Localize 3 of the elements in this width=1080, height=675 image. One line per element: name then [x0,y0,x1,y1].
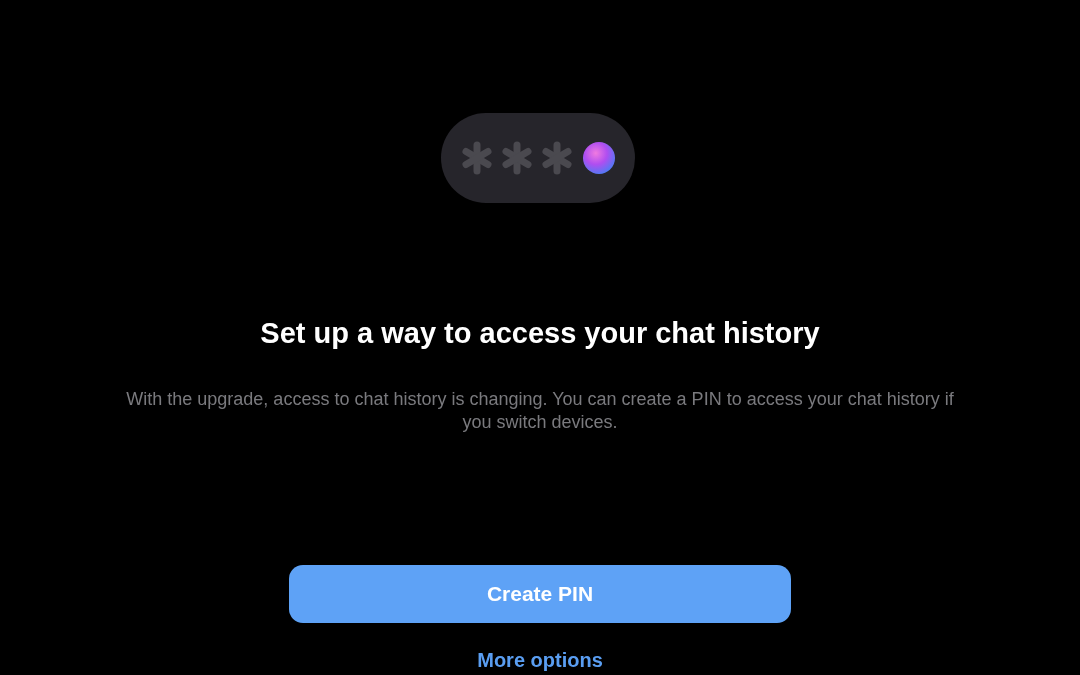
more-options-link[interactable]: More options [477,648,603,672]
description-text: With the upgrade, access to chat history is changing. You can create a PIN to access your chat history if you switch devices. [125,388,955,434]
screen-title: Set up a way to access your chat history [260,316,820,351]
